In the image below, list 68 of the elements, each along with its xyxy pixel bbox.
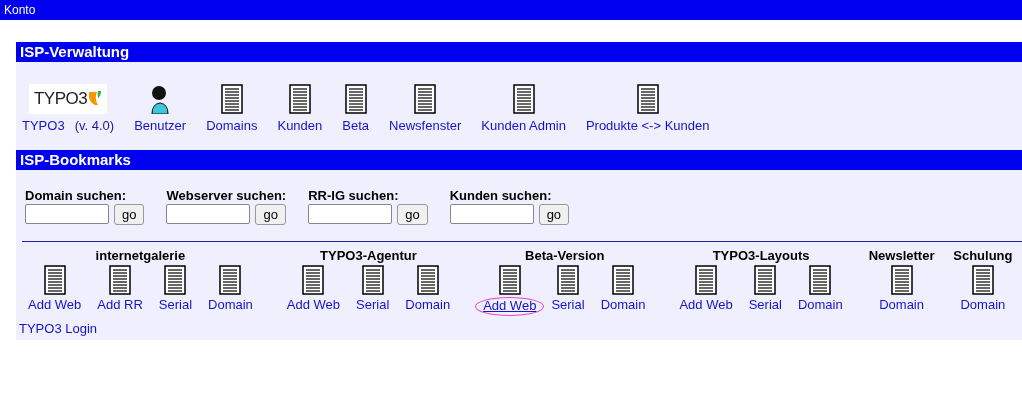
group-title: TYPO3-Agentur [320,248,417,263]
document-icon[interactable] [754,265,777,295]
bookmark-link[interactable]: Serial [748,297,782,312]
document-icon[interactable] [636,84,659,114]
nav-link[interactable]: Kunden [277,118,323,133]
document-icon[interactable] [361,265,384,295]
document-icon[interactable] [43,265,66,295]
document-icon[interactable] [890,265,913,295]
document-icon[interactable] [109,265,131,295]
bookmark-link[interactable]: Serial [356,297,390,312]
bookmark-link[interactable]: Domain [405,297,451,312]
top-bar-title: Konto [4,3,36,17]
document-icon[interactable] [414,84,437,114]
document-icon[interactable] [612,265,634,295]
bookmark-link[interactable]: Domain [879,297,924,312]
nav-link[interactable]: Newsfenster [389,118,462,133]
document-icon[interactable] [164,265,187,295]
search-field[interactable] [308,204,393,224]
bookmark-link[interactable]: Domain [960,297,1006,312]
search-label: Domain suchen: [25,188,128,203]
document-icon[interactable] [416,265,439,295]
group-title: internetgalerie [95,248,186,263]
group-title: Beta-Version [525,248,605,263]
login-link[interactable]: TYPO3 Login [19,321,98,336]
nav-link[interactable]: TYPO3 [22,118,65,133]
go-button[interactable]: go [397,204,428,225]
section-header: ISP-Bookmarks [16,150,1022,170]
bookmark-link[interactable]: Add Web [286,297,341,312]
document-icon[interactable] [288,84,311,114]
section-header: ISP-Verwaltung [16,42,1022,62]
document-icon[interactable] [498,265,521,295]
document-icon[interactable] [695,265,718,295]
typo3-logo[interactable]: TYPO3 [28,84,108,114]
go-button[interactable]: go [114,204,145,225]
nav-link[interactable]: Domains [206,118,258,133]
version-label: (v. 4.0) [74,118,115,133]
bookmark-link[interactable]: Domain [208,297,253,312]
document-icon[interactable] [219,265,242,295]
document-icon[interactable] [809,265,832,295]
search-field[interactable] [25,204,109,224]
bookmark-link[interactable]: Serial [158,297,193,312]
search-field[interactable] [166,204,251,224]
group-title: TYPO3-Layouts [712,248,810,263]
bookmark-link[interactable]: Add RR [97,297,143,312]
search-label: Webserver suchen: [166,188,287,203]
search-field[interactable] [449,204,534,224]
nav-link[interactable]: Kunden Admin [481,118,566,133]
nav-link[interactable]: Produkte <-> Kunden [585,118,710,133]
bookmark-link[interactable]: Add Web [28,297,82,312]
group-title: Newsletter [868,248,935,263]
group-title: Schulung [953,248,1013,263]
bookmark-link[interactable]: Add Web [679,297,733,312]
search-label: RR-IG suchen: [308,188,400,203]
document-icon[interactable] [344,84,367,114]
document-icon[interactable] [557,265,579,295]
document-icon[interactable] [971,265,994,295]
nav-link[interactable]: Benutzer [134,118,187,133]
person-icon[interactable] [149,84,172,114]
go-button[interactable]: go [538,204,570,225]
document-icon[interactable] [512,84,535,114]
go-button[interactable]: go [255,204,286,225]
bookmark-link[interactable]: Serial [551,297,585,312]
search-label: Kunden suchen: [449,188,553,203]
bookmark-link[interactable]: Domain [600,297,646,312]
nav-link[interactable]: Beta [342,118,370,133]
bookmark-link[interactable]: Domain [797,297,843,312]
document-icon[interactable] [302,265,325,295]
document-icon[interactable] [220,84,243,114]
